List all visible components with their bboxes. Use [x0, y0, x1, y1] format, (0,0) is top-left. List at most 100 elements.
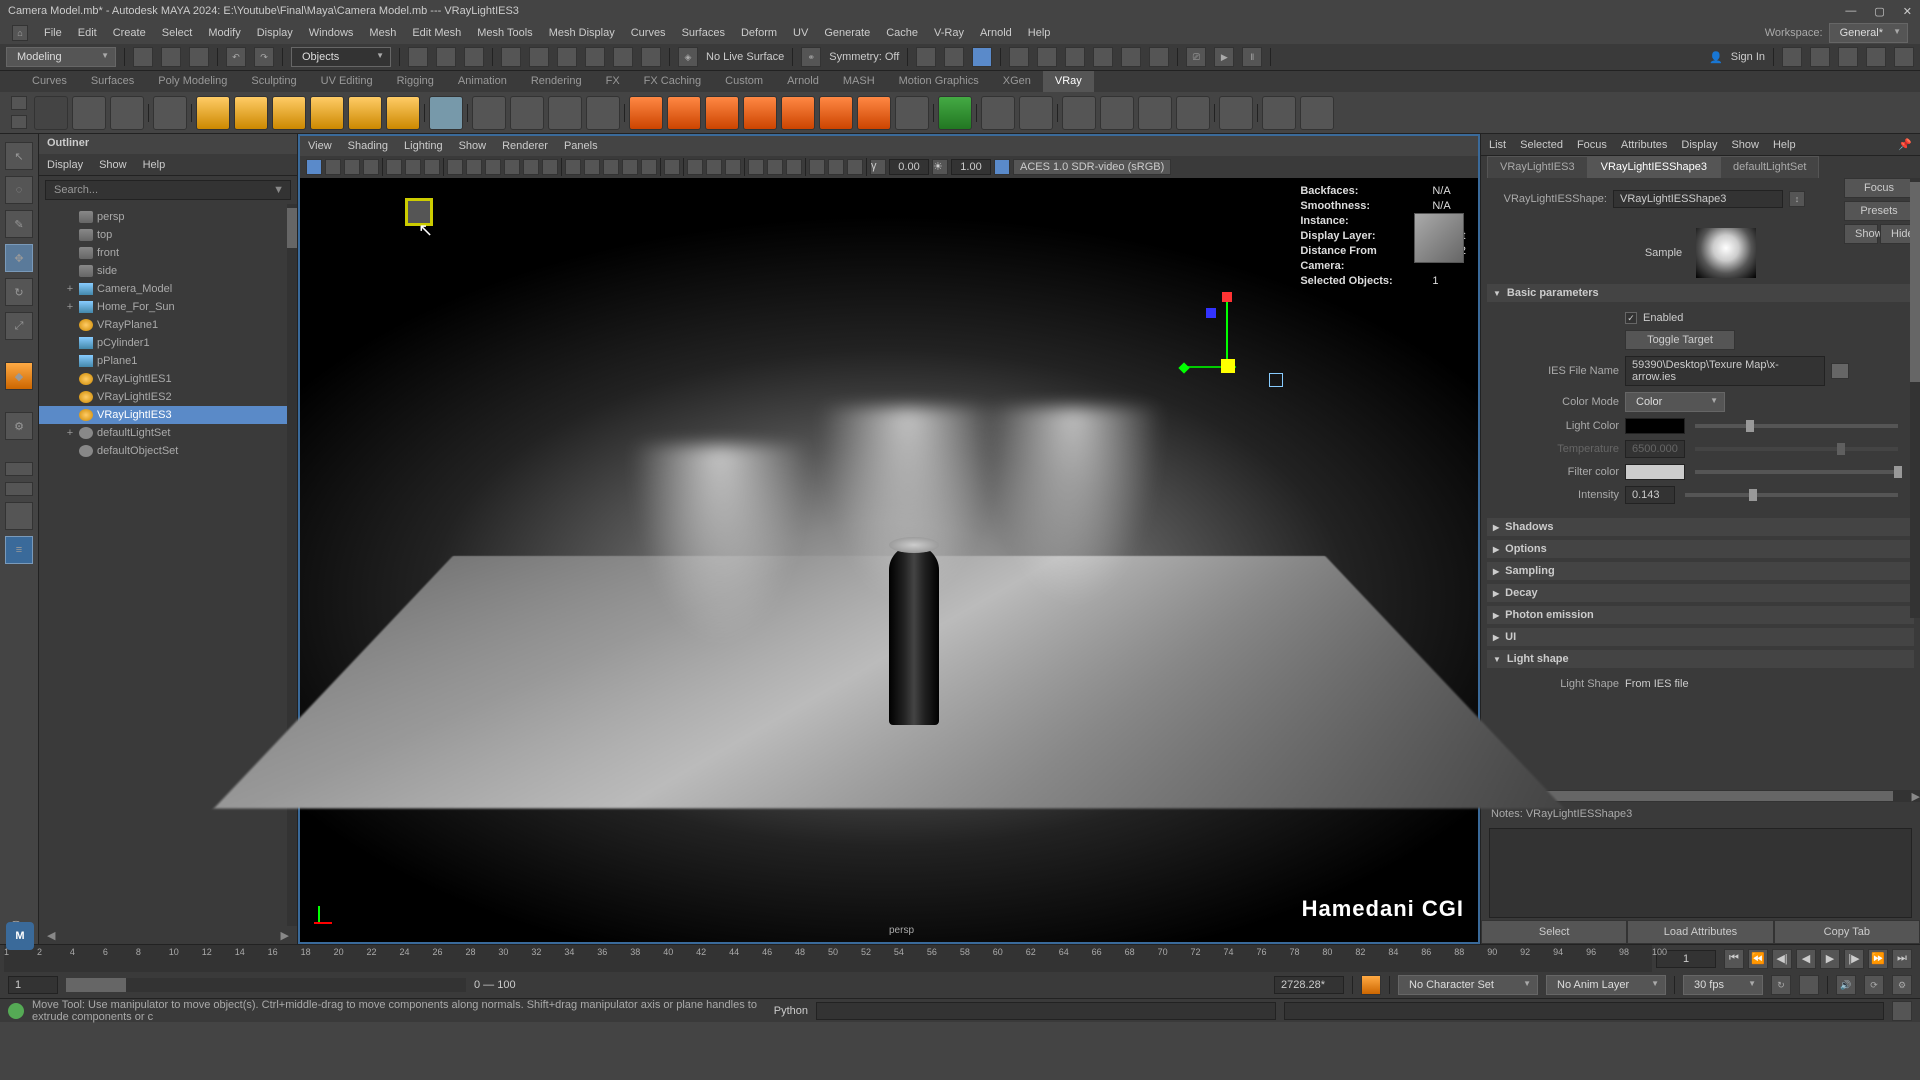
- menu-edit[interactable]: Edit: [78, 27, 97, 39]
- tool-settings-icon[interactable]: ⚙: [5, 412, 33, 440]
- minimize-button[interactable]: —: [1845, 5, 1856, 18]
- new-scene-icon[interactable]: [133, 47, 153, 67]
- vp-menu-show[interactable]: Show: [459, 140, 487, 152]
- vp-xray-joints-icon[interactable]: [706, 159, 722, 175]
- vray-about-icon[interactable]: [1300, 96, 1334, 130]
- attr-menu-display[interactable]: Display: [1681, 139, 1717, 151]
- attr-vscrollbar[interactable]: [1910, 178, 1920, 618]
- shelf-tab[interactable]: Animation: [446, 71, 519, 92]
- pause-icon[interactable]: ‖: [1242, 47, 1262, 67]
- last-tool[interactable]: ◆: [5, 362, 33, 390]
- vp-exposure-value[interactable]: 1.00: [951, 159, 991, 175]
- vp-isolate-icon[interactable]: [664, 159, 680, 175]
- menu-surfaces[interactable]: Surfaces: [682, 27, 725, 39]
- mode-dropdown[interactable]: Modeling: [6, 47, 116, 67]
- step-forward-button[interactable]: |▶: [1844, 949, 1864, 969]
- playback-prefs-icon[interactable]: [1799, 975, 1819, 995]
- vray-light-rect-icon[interactable]: [234, 96, 268, 130]
- view-cube[interactable]: [1414, 213, 1464, 263]
- vp-image-plane-icon[interactable]: [386, 159, 402, 175]
- step-back-button[interactable]: ◀|: [1772, 949, 1792, 969]
- vp-menu-renderer[interactable]: Renderer: [502, 140, 548, 152]
- auto-key-icon[interactable]: [1361, 975, 1381, 995]
- select-button[interactable]: Select: [1481, 920, 1627, 944]
- vray-fur-icon[interactable]: [510, 96, 544, 130]
- attr-menu-list[interactable]: List: [1489, 139, 1506, 151]
- vp-2d-pan-icon[interactable]: [405, 159, 421, 175]
- fps-dropdown[interactable]: 30 fps: [1683, 975, 1763, 995]
- snap-view-icon[interactable]: [641, 47, 661, 67]
- step-back-key-button[interactable]: ⏪: [1748, 949, 1768, 969]
- tree-item[interactable]: pCylinder1: [39, 334, 297, 352]
- vp-motion-blur-icon[interactable]: [767, 159, 783, 175]
- menu-generate[interactable]: Generate: [824, 27, 870, 39]
- menu-windows[interactable]: Windows: [309, 27, 354, 39]
- attr-menu-attributes[interactable]: Attributes: [1621, 139, 1667, 151]
- vray-light-sun-icon[interactable]: [386, 96, 420, 130]
- section-shadows[interactable]: Shadows: [1487, 518, 1914, 536]
- show-button[interactable]: Show: [1844, 224, 1878, 244]
- construction-history-icon[interactable]: [916, 47, 936, 67]
- go-end-button[interactable]: ⏭: [1892, 949, 1912, 969]
- menu-display[interactable]: Display: [257, 27, 293, 39]
- light-color-swatch[interactable]: [1625, 418, 1685, 434]
- menu-mesh-display[interactable]: Mesh Display: [549, 27, 615, 39]
- move-gizmo[interactable]: [1186, 298, 1228, 368]
- section-ui[interactable]: UI: [1487, 628, 1914, 646]
- shelf-tab[interactable]: Arnold: [775, 71, 831, 92]
- vray-bump-icon[interactable]: [857, 96, 891, 130]
- shape-name-field[interactable]: VRayLightIESShape3: [1613, 190, 1783, 208]
- toggle-panel-icon[interactable]: ⎚: [1186, 47, 1206, 67]
- attr-menu-focus[interactable]: Focus: [1577, 139, 1607, 151]
- paint-tool-icon[interactable]: [464, 47, 484, 67]
- attr-tab-shape[interactable]: VRayLightIESShape3: [1588, 156, 1720, 178]
- command-line-input[interactable]: [816, 1002, 1276, 1020]
- time-slider[interactable]: 1246810121416182022242628303234363840424…: [0, 944, 1920, 972]
- vp-textured-icon[interactable]: [603, 159, 619, 175]
- vray-light-dome-icon[interactable]: [196, 96, 230, 130]
- vp-color-mgmt-icon[interactable]: [994, 159, 1010, 175]
- vray-fastsss-icon[interactable]: [781, 96, 815, 130]
- attr-menu-show[interactable]: Show: [1731, 139, 1759, 151]
- intensity-field[interactable]: 0.143: [1625, 486, 1675, 504]
- maximize-button[interactable]: ▢: [1874, 5, 1884, 18]
- vray-plane-icon[interactable]: [429, 96, 463, 130]
- shelf-tab[interactable]: Custom: [713, 71, 775, 92]
- vray-light-ies-icon[interactable]: [348, 96, 382, 130]
- vp-wireframe-icon[interactable]: [565, 159, 581, 175]
- vray-camera-icon[interactable]: [981, 96, 1015, 130]
- select-tool[interactable]: ↖: [5, 142, 33, 170]
- sign-in-button[interactable]: Sign In: [1731, 51, 1765, 63]
- vray-ipr-icon[interactable]: [72, 96, 106, 130]
- vray-proxy-icon[interactable]: [472, 96, 506, 130]
- layout-single-icon[interactable]: [5, 462, 33, 476]
- menu-file[interactable]: File: [44, 27, 62, 39]
- tree-item[interactable]: VRayPlane1: [39, 316, 297, 334]
- lasso-tool-icon[interactable]: [436, 47, 456, 67]
- outliner-menu-show[interactable]: Show: [99, 159, 127, 171]
- vp-bookmarks-icon[interactable]: [363, 159, 379, 175]
- section-sampling[interactable]: Sampling: [1487, 562, 1914, 580]
- vp-colorspace-dropdown[interactable]: ACES 1.0 SDR-video (sRGB): [1013, 159, 1171, 175]
- undo-icon[interactable]: ↶: [226, 47, 246, 67]
- snap-live-icon[interactable]: [613, 47, 633, 67]
- tree-item[interactable]: VRayLightIES2: [39, 388, 297, 406]
- prefs-icon[interactable]: ⚙: [1892, 975, 1912, 995]
- vray-user-attr-icon[interactable]: [1176, 96, 1210, 130]
- shelf-tab[interactable]: Surfaces: [79, 71, 146, 92]
- menu-vray[interactable]: V-Ray: [934, 27, 964, 39]
- menu-curves[interactable]: Curves: [631, 27, 666, 39]
- vray-dome-cam-icon[interactable]: [1019, 96, 1053, 130]
- character-set-dropdown[interactable]: No Character Set: [1398, 975, 1538, 995]
- menu-deform[interactable]: Deform: [741, 27, 777, 39]
- section-lightshape[interactable]: Light shape: [1487, 650, 1914, 668]
- menu-modify[interactable]: Modify: [208, 27, 240, 39]
- section-options[interactable]: Options: [1487, 540, 1914, 558]
- tree-item[interactable]: VRayLightIES3: [39, 406, 297, 424]
- vp-camera-attr-icon[interactable]: [344, 159, 360, 175]
- focus-button[interactable]: Focus: [1844, 178, 1914, 198]
- vp-grease-icon[interactable]: [424, 159, 440, 175]
- filter-color-slider[interactable]: [1695, 470, 1898, 474]
- vp-field-chart-icon[interactable]: [523, 159, 539, 175]
- make-live-icon[interactable]: ◈: [678, 47, 698, 67]
